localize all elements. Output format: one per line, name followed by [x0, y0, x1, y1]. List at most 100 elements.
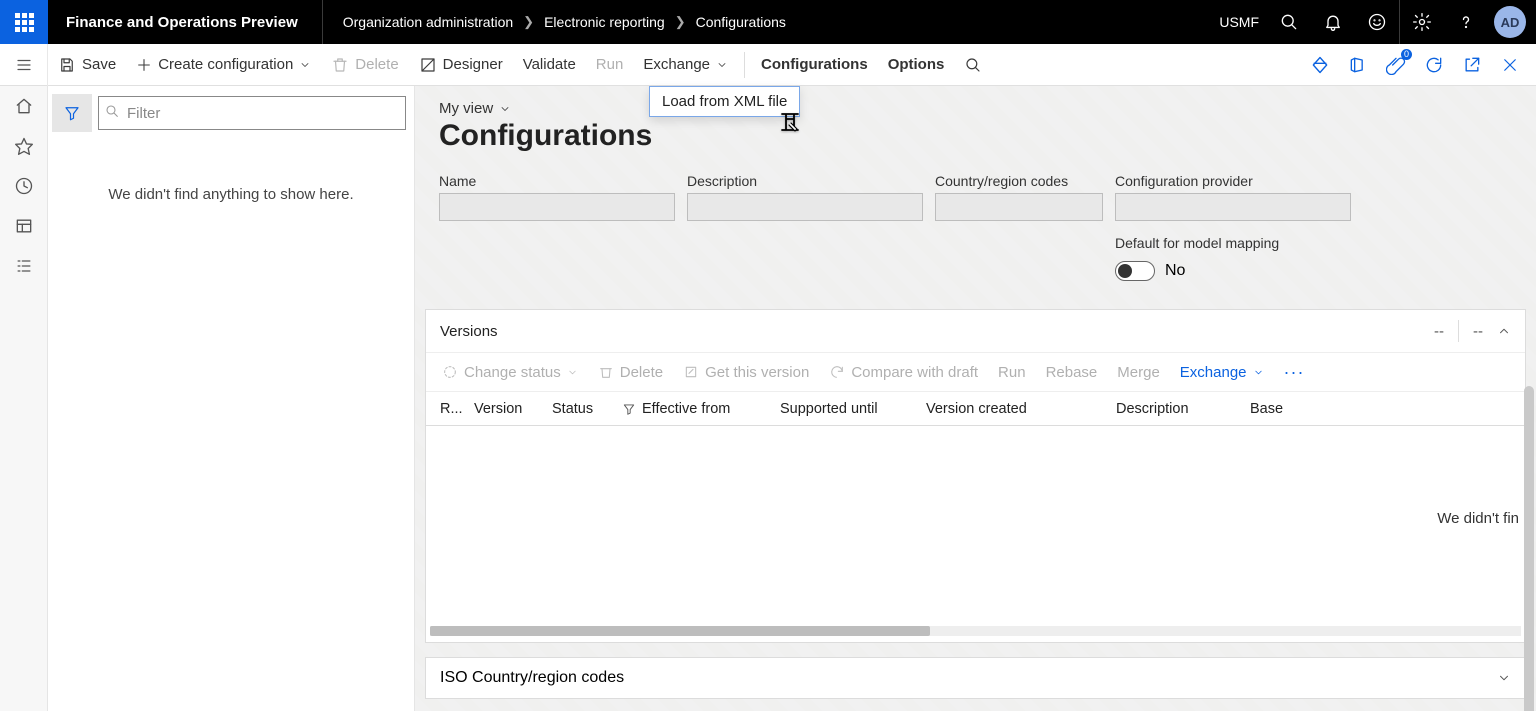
- filter-input[interactable]: [98, 96, 406, 130]
- filter-row: [48, 86, 414, 140]
- delete-button[interactable]: Delete: [321, 44, 408, 86]
- popout-icon[interactable]: [1454, 47, 1490, 83]
- chevron-down-icon: [299, 59, 311, 71]
- workspace: We didn't find anything to show here. My…: [0, 86, 1536, 711]
- merge-button[interactable]: Merge: [1107, 352, 1170, 392]
- description-input[interactable]: [687, 193, 923, 221]
- office-icon[interactable]: [1340, 47, 1376, 83]
- options-tab[interactable]: Options: [878, 44, 955, 86]
- ccr-label: Country/region codes: [935, 173, 1103, 189]
- app-launcher-button[interactable]: [0, 0, 48, 44]
- versions-dash: --: [1473, 323, 1483, 340]
- bell-icon[interactable]: [1311, 0, 1355, 44]
- rail-modules-icon[interactable]: [0, 246, 48, 286]
- filter-icon: [622, 402, 636, 416]
- name-label: Name: [439, 173, 675, 189]
- chevron-down-icon: [499, 103, 511, 115]
- col-description[interactable]: Description: [1108, 401, 1242, 417]
- provider-input[interactable]: [1115, 193, 1351, 221]
- breadcrumb-item[interactable]: Electronic reporting: [544, 14, 665, 30]
- name-input[interactable]: [439, 193, 675, 221]
- validate-button[interactable]: Validate: [513, 44, 586, 86]
- create-configuration-button[interactable]: Create configuration: [126, 44, 321, 86]
- topbar-right: USMF AD: [1211, 0, 1536, 44]
- col-supported-until[interactable]: Supported until: [772, 401, 918, 417]
- description-label: Description: [687, 173, 923, 189]
- get-version-button[interactable]: Get this version: [673, 352, 819, 392]
- breadcrumb-item[interactable]: Configurations: [696, 14, 786, 30]
- vertical-scrollbar[interactable]: [1524, 386, 1534, 711]
- chevron-down-icon: [716, 59, 728, 71]
- chevron-down-icon: [567, 367, 578, 378]
- versions-card: Versions -- -- Change status Delete: [425, 309, 1526, 643]
- iso-card[interactable]: ISO Country/region codes: [425, 657, 1526, 699]
- command-bar: Save Create configuration Delete Designe…: [0, 44, 1536, 86]
- configurations-tab[interactable]: Configurations: [751, 44, 878, 86]
- list-empty-text: We didn't find anything to show here.: [48, 140, 414, 203]
- chevron-down-icon: [1497, 671, 1511, 685]
- company-picker[interactable]: USMF: [1211, 14, 1267, 30]
- page-title: Configurations: [439, 119, 1512, 153]
- left-rail: [0, 86, 48, 711]
- breadcrumb-item[interactable]: Organization administration: [343, 14, 513, 30]
- delete-label: Delete: [355, 56, 398, 73]
- smiley-icon[interactable]: [1355, 0, 1399, 44]
- nav-toggle-button[interactable]: [0, 44, 48, 86]
- load-xml-label: Load from XML file: [662, 93, 787, 110]
- rail-star-icon[interactable]: [0, 126, 48, 166]
- divider: [1458, 320, 1459, 342]
- attachments-button[interactable]: 0: [1378, 47, 1414, 83]
- avatar[interactable]: AD: [1494, 6, 1526, 38]
- version-run-button[interactable]: Run: [988, 352, 1036, 392]
- validate-label: Validate: [523, 56, 576, 73]
- divider: [744, 52, 745, 78]
- ccr-input[interactable]: [935, 193, 1103, 221]
- designer-label: Designer: [443, 56, 503, 73]
- main-pane: My view Configurations Name Description …: [415, 86, 1536, 711]
- filter-toggle-icon[interactable]: [52, 94, 92, 132]
- save-button[interactable]: Save: [48, 44, 126, 86]
- chevron-up-icon[interactable]: [1497, 324, 1511, 338]
- designer-button[interactable]: Designer: [409, 44, 513, 86]
- search-icon[interactable]: [1267, 0, 1311, 44]
- search-command[interactable]: [954, 44, 992, 86]
- col-version-created[interactable]: Version created: [918, 401, 1108, 417]
- gear-icon[interactable]: [1400, 0, 1444, 44]
- version-delete-button[interactable]: Delete: [588, 352, 673, 392]
- col-status[interactable]: Status: [544, 401, 614, 417]
- col-base[interactable]: Base: [1242, 401, 1322, 417]
- rail-recent-icon[interactable]: [0, 166, 48, 206]
- rail-workspace-icon[interactable]: [0, 206, 48, 246]
- exchange-label: Exchange: [643, 56, 710, 73]
- view-label: My view: [439, 100, 493, 117]
- refresh-icon[interactable]: [1416, 47, 1452, 83]
- create-label: Create configuration: [158, 56, 293, 73]
- col-r[interactable]: R...: [432, 401, 466, 417]
- compare-button[interactable]: Compare with draft: [819, 352, 988, 392]
- run-button[interactable]: Run: [586, 44, 634, 86]
- versions-title: Versions: [440, 323, 498, 340]
- version-exchange-button[interactable]: Exchange: [1170, 352, 1274, 392]
- versions-grid-header: R... Version Status Effective from Suppo…: [426, 392, 1525, 426]
- exchange-button[interactable]: Exchange: [633, 44, 738, 86]
- col-effective-from[interactable]: Effective from: [614, 401, 772, 417]
- top-bar: Finance and Operations Preview Organizat…: [0, 0, 1536, 44]
- change-status-button[interactable]: Change status: [432, 352, 588, 392]
- diamond-icon[interactable]: [1302, 47, 1338, 83]
- horizontal-scrollbar[interactable]: [430, 626, 1521, 636]
- field-provider: Configuration provider Default for model…: [1115, 173, 1351, 281]
- help-icon[interactable]: [1444, 0, 1488, 44]
- overflow-button[interactable]: ···: [1274, 362, 1315, 383]
- close-icon[interactable]: [1492, 47, 1528, 83]
- list-pane: We didn't find anything to show here.: [48, 86, 415, 711]
- versions-header[interactable]: Versions -- --: [426, 310, 1525, 352]
- default-mm-toggle[interactable]: [1115, 261, 1155, 281]
- exchange-menu-item-load-xml[interactable]: Load from XML file: [649, 86, 800, 117]
- view-selector[interactable]: My view: [439, 100, 511, 121]
- rail-home-icon[interactable]: [0, 86, 48, 126]
- chevron-right-icon: ❯: [675, 14, 686, 30]
- rebase-button[interactable]: Rebase: [1036, 352, 1108, 392]
- field-name: Name: [439, 173, 675, 221]
- app-title: Finance and Operations Preview: [48, 14, 322, 31]
- col-version[interactable]: Version: [466, 401, 544, 417]
